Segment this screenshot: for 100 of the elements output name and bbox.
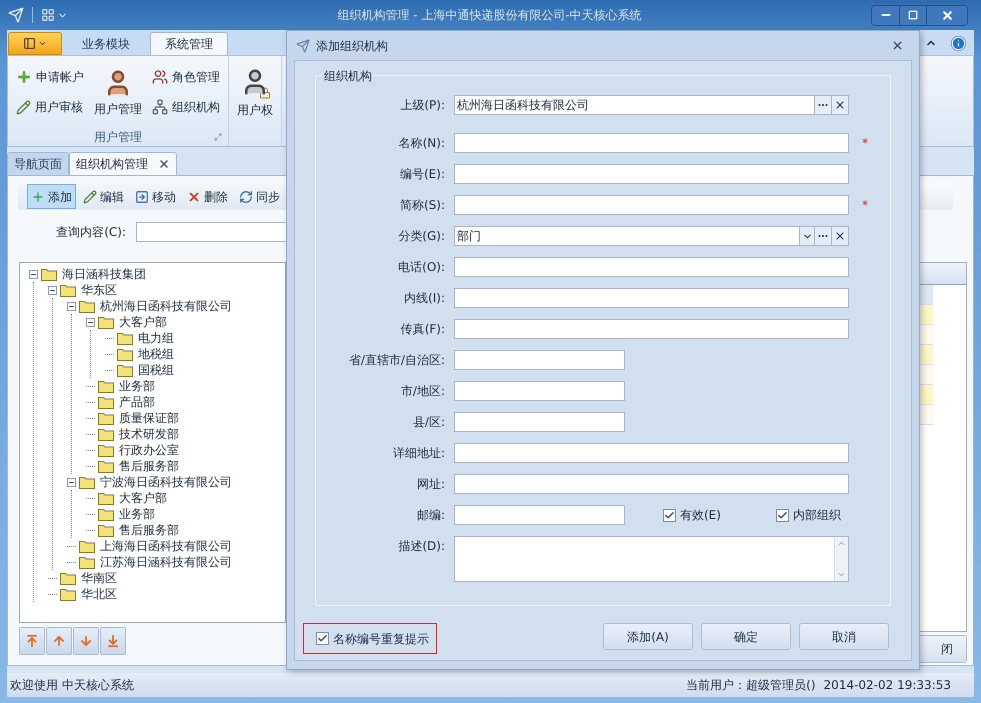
ribbon-button[interactable]: 用户管理: [94, 68, 142, 118]
dialog-launcher-icon[interactable]: [214, 133, 222, 141]
expander-icon[interactable]: [67, 302, 76, 310]
move-button[interactable]: [73, 627, 99, 655]
minimize-button[interactable]: [872, 6, 900, 24]
dropdown-icon[interactable]: [799, 227, 814, 245]
move-button[interactable]: [46, 627, 72, 655]
expander-icon[interactable]: [67, 478, 76, 486]
input-field[interactable]: [454, 443, 849, 463]
ribbon-tab[interactable]: 业务模块: [68, 32, 144, 55]
input-field[interactable]: [454, 195, 849, 215]
dialog-logo-icon: [296, 38, 310, 52]
field-label: 邮编:: [416, 507, 446, 524]
checkbox[interactable]: [316, 632, 329, 645]
toolbar-button[interactable]: 添加: [27, 184, 76, 209]
close-icon: [940, 8, 954, 22]
clear-icon[interactable]: [831, 227, 848, 245]
combo-field[interactable]: 部门: [454, 226, 849, 246]
ribbon-button[interactable]: 用户权: [237, 67, 273, 119]
more-icon[interactable]: [814, 227, 831, 245]
search-field[interactable]: [136, 222, 288, 242]
input-field[interactable]: [454, 257, 849, 277]
dialog-button[interactable]: 添加(A): [603, 623, 693, 650]
checkbox[interactable]: [776, 508, 789, 522]
scroll-up-icon[interactable]: [837, 539, 846, 548]
tree-item[interactable]: 售后服务部: [117, 521, 179, 539]
document-tab[interactable]: 组织机构管理: [69, 152, 177, 175]
dialog-button[interactable]: 取消: [799, 623, 889, 650]
more-icon[interactable]: [814, 96, 831, 114]
ribbon-button[interactable]: 用户审核: [16, 98, 84, 116]
document-tab[interactable]: 导航页面: [7, 152, 69, 175]
expander-icon[interactable]: [48, 286, 57, 294]
input-field[interactable]: [454, 164, 849, 184]
folder-icon: [98, 412, 114, 424]
close-icon[interactable]: [158, 158, 170, 170]
scroll-down-icon[interactable]: [837, 570, 846, 579]
folder-icon: [98, 316, 114, 328]
tree-item[interactable]: 业务部: [117, 505, 155, 523]
tree-item[interactable]: 华东区: [79, 281, 117, 299]
tree-item[interactable]: 上海海日函科技有限公司: [98, 537, 232, 555]
close-button[interactable]: [927, 6, 967, 24]
input-field[interactable]: [454, 133, 849, 153]
input-field[interactable]: [454, 350, 625, 370]
tree-item[interactable]: 国税组: [136, 361, 174, 379]
checkbox-label[interactable]: 内部组织: [792, 506, 841, 524]
folder-icon: [117, 364, 133, 376]
field-label: 详细地址:: [392, 445, 446, 462]
tree-item[interactable]: 质量保证部: [117, 409, 179, 427]
layout-icon[interactable]: [41, 8, 55, 22]
tree-item[interactable]: 售后服务部: [117, 457, 179, 475]
close-icon[interactable]: [891, 39, 904, 52]
app-logo-icon[interactable]: [8, 7, 24, 23]
move-bottom-icon: [106, 634, 120, 648]
maximize-button[interactable]: [900, 6, 927, 24]
scrollbar[interactable]: [834, 537, 848, 581]
tree-item[interactable]: 地税组: [136, 345, 174, 363]
ribbon-button[interactable]: 角色管理: [152, 68, 220, 86]
tree-item[interactable]: 杭州海日函科技有限公司: [98, 297, 232, 315]
app-menu-button[interactable]: [8, 32, 62, 55]
input-field[interactable]: 部门: [455, 227, 799, 245]
tree-item[interactable]: 宁波海日函科技有限公司: [98, 473, 232, 491]
group-label: 用户管理: [94, 129, 142, 146]
input-field[interactable]: [454, 381, 625, 401]
expander-icon[interactable]: [86, 318, 95, 326]
move-button[interactable]: [100, 627, 126, 655]
input-field[interactable]: [454, 412, 625, 432]
tree-item[interactable]: 华南区: [79, 569, 117, 587]
ribbon-button[interactable]: 申请帐户: [16, 68, 84, 86]
toolbar-button[interactable]: 编辑: [79, 184, 128, 209]
input-field[interactable]: [454, 505, 625, 525]
input-field[interactable]: [454, 319, 849, 339]
checkbox[interactable]: [663, 508, 676, 522]
folder-icon: [98, 460, 114, 472]
toolbar-button[interactable]: 删除: [183, 184, 232, 209]
info-icon[interactable]: [951, 36, 966, 51]
input-field[interactable]: [454, 288, 849, 308]
move-button[interactable]: [19, 627, 45, 655]
tree-item[interactable]: 电力组: [136, 329, 174, 347]
move-up-icon: [52, 634, 66, 648]
move-top-icon: [25, 634, 39, 648]
tree-item[interactable]: 行政办公室: [117, 441, 179, 459]
toolbar-button[interactable]: 移动: [131, 184, 180, 209]
tree-item[interactable]: 产品部: [117, 393, 155, 411]
ribbon-tab[interactable]: 系统管理: [150, 32, 228, 55]
dialog-button[interactable]: 确定: [701, 623, 791, 650]
ribbon-button[interactable]: 组织机构: [152, 98, 220, 116]
tree-item[interactable]: 江苏海日涵科技有限公司: [98, 553, 232, 571]
checkbox-label[interactable]: 有效(E): [680, 506, 721, 524]
input-field[interactable]: [454, 474, 849, 494]
lookup-field[interactable]: 杭州海日函科技有限公司: [454, 95, 849, 115]
tree-item[interactable]: 海日涵科技集团: [60, 265, 146, 283]
tree-item[interactable]: 技术研发部: [117, 425, 179, 443]
tree-item[interactable]: 业务部: [117, 377, 155, 395]
expander-icon[interactable]: [29, 270, 38, 278]
toolbar-button[interactable]: 同步: [235, 184, 284, 209]
tree-item[interactable]: 华北区: [79, 585, 117, 603]
clear-icon[interactable]: [831, 96, 848, 114]
tree-item[interactable]: 大客户部: [117, 489, 167, 507]
input-field[interactable]: 杭州海日函科技有限公司: [455, 96, 814, 114]
tree-item[interactable]: 大客户部: [117, 313, 167, 331]
